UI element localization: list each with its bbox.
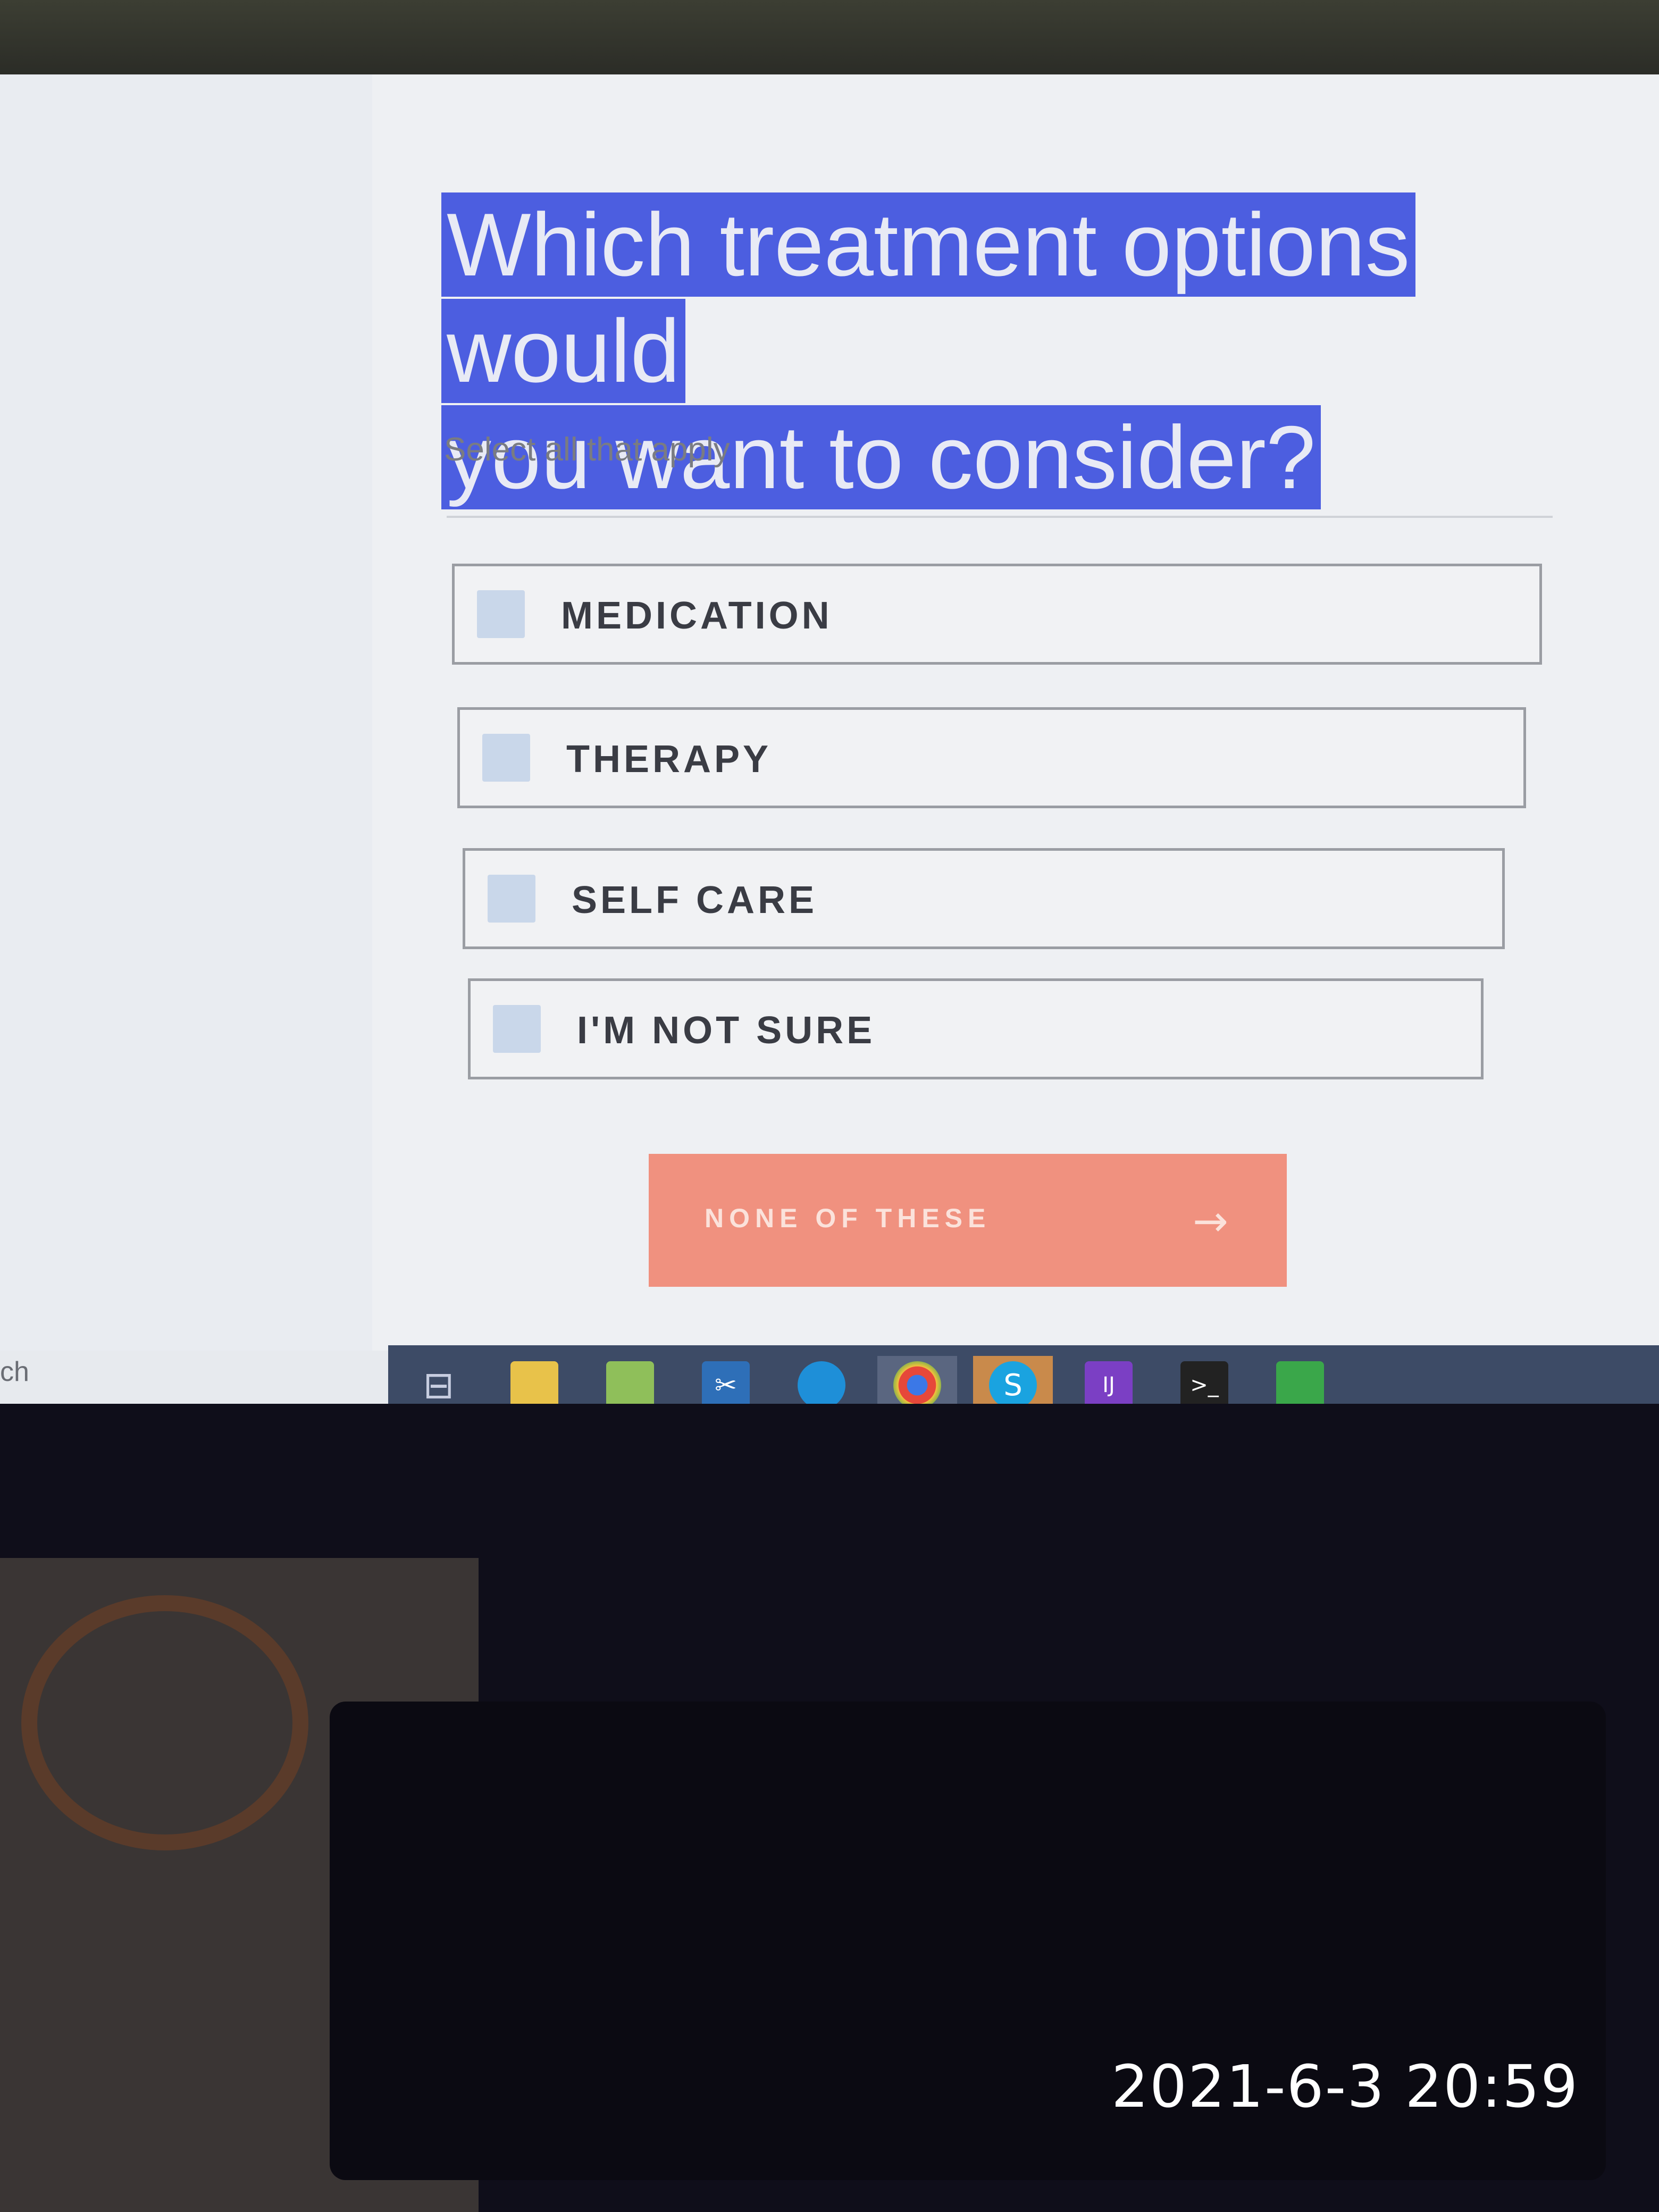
checkbox[interactable] <box>488 875 535 923</box>
screen: ch Which treatment options would you wan… <box>0 74 1659 1404</box>
option-medication[interactable]: MEDICATION <box>452 564 1542 665</box>
divider <box>447 516 1553 518</box>
none-of-these-button[interactable]: NONE OF THESE → <box>649 1154 1287 1287</box>
taskbar-search-text[interactable]: ch <box>0 1356 29 1388</box>
checkbox[interactable] <box>493 1005 541 1053</box>
photo-timestamp: 2021-6-3 20:59 <box>1111 2052 1579 2121</box>
checkbox[interactable] <box>482 734 530 782</box>
none-button-label: NONE OF THESE <box>705 1203 991 1233</box>
monitor-bezel <box>0 0 1659 80</box>
option-therapy[interactable]: THERAPY <box>457 707 1526 808</box>
option-self-care[interactable]: SELF CARE <box>463 848 1505 949</box>
left-panel <box>0 74 373 1351</box>
option-label: MEDICATION <box>561 594 833 637</box>
option-label: I'M NOT SURE <box>577 1009 876 1052</box>
option-not-sure[interactable]: I'M NOT SURE <box>468 978 1484 1079</box>
question-line-1: Which treatment options would <box>441 192 1415 403</box>
glasses <box>21 1595 308 1850</box>
option-label: THERAPY <box>566 738 772 781</box>
option-label: SELF CARE <box>572 879 818 921</box>
survey-content: Which treatment options would you want t… <box>372 74 1659 1351</box>
subtitle: Select all that apply <box>444 431 730 468</box>
checkbox[interactable] <box>477 590 525 638</box>
arrow-right-icon: → <box>1192 1196 1228 1246</box>
